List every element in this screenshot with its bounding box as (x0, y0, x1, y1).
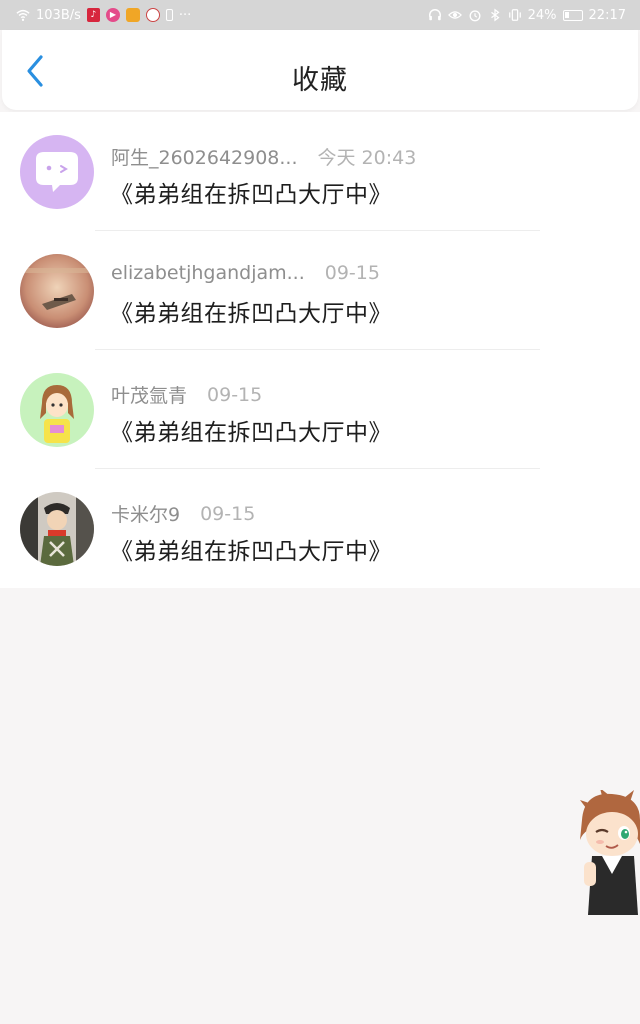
more-notifications: ··· (178, 7, 192, 23)
avatar[interactable] (20, 373, 94, 447)
avatar[interactable] (20, 254, 94, 328)
chat-bubble-avatar-icon (20, 135, 94, 209)
bluetooth-icon (490, 8, 500, 22)
list-item[interactable]: 叶茂氩青 09-15 《弟弟组在拆凹凸大厅中》 (0, 350, 640, 469)
photo-avatar-icon (20, 254, 94, 328)
favorite-title[interactable]: 《弟弟组在拆凹凸大厅中》 (110, 175, 392, 209)
page-title: 收藏 (292, 65, 348, 96)
favorite-title[interactable]: 《弟弟组在拆凹凸大厅中》 (110, 532, 392, 566)
status-bar: 103B/s ♪ ▶ ··· 24% 22:17 (0, 0, 640, 30)
item-meta: 阿生_2602642908... 今天 20:43 (111, 143, 416, 170)
headset-icon (428, 9, 441, 21)
list-item[interactable]: 卡米尔9 09-15 《弟弟组在拆凹凸大厅中》 (0, 469, 640, 588)
girl-avatar-icon (20, 373, 94, 447)
battery-percent: 24% (527, 7, 557, 23)
mascot-character-icon (580, 788, 640, 915)
favorite-title[interactable]: 《弟弟组在拆凹凸大厅中》 (110, 413, 392, 447)
avatar[interactable] (20, 135, 94, 209)
username[interactable]: 阿生_2602642908... (111, 143, 298, 170)
eye-icon (447, 11, 462, 19)
timestamp: 09-15 (207, 383, 263, 406)
list-item[interactable]: elizabetjhgandjam... 09-15 《弟弟组在拆凹凸大厅中》 (0, 231, 640, 350)
timestamp: 09-15 (324, 262, 380, 284)
app-notification-icon (125, 8, 140, 22)
timestamp: 09-15 (200, 502, 256, 525)
favorites-list: 阿生_2602642908... 今天 20:43 《弟弟组在拆凹凸大厅中》 e… (0, 112, 640, 588)
character-avatar-icon (20, 492, 94, 566)
list-item[interactable]: 阿生_2602642908... 今天 20:43 《弟弟组在拆凹凸大厅中》 (0, 112, 640, 231)
sim-icon (165, 9, 173, 21)
alarm-icon (469, 10, 481, 22)
item-meta: 叶茂氩青 09-15 (111, 381, 262, 408)
wifi-icon (16, 9, 30, 21)
status-bar-left: 103B/s ♪ ▶ ··· (16, 8, 191, 23)
mic-app-icon: ♪ (86, 8, 100, 22)
username[interactable]: 卡米尔9 (111, 500, 180, 527)
favorite-title[interactable]: 《弟弟组在拆凹凸大厅中》 (110, 294, 392, 328)
timestamp: 今天 20:43 (317, 147, 417, 169)
avatar[interactable] (20, 492, 94, 566)
play-app-icon: ▶ (105, 8, 120, 22)
clock: 22:17 (588, 7, 626, 23)
floating-mascot[interactable] (578, 788, 640, 915)
username[interactable]: 叶茂氩青 (111, 381, 187, 408)
bear-app-icon (145, 8, 160, 22)
vibrate-icon (508, 9, 521, 21)
battery-icon (562, 9, 583, 21)
item-meta: 卡米尔9 09-15 (111, 500, 255, 527)
header: 收藏 (2, 30, 638, 110)
item-meta: elizabetjhgandjam... 09-15 (111, 262, 380, 284)
status-bar-right: 24% 22:17 (428, 8, 626, 23)
network-speed: 103B/s (36, 7, 81, 23)
username[interactable]: elizabetjhgandjam... (111, 262, 305, 284)
